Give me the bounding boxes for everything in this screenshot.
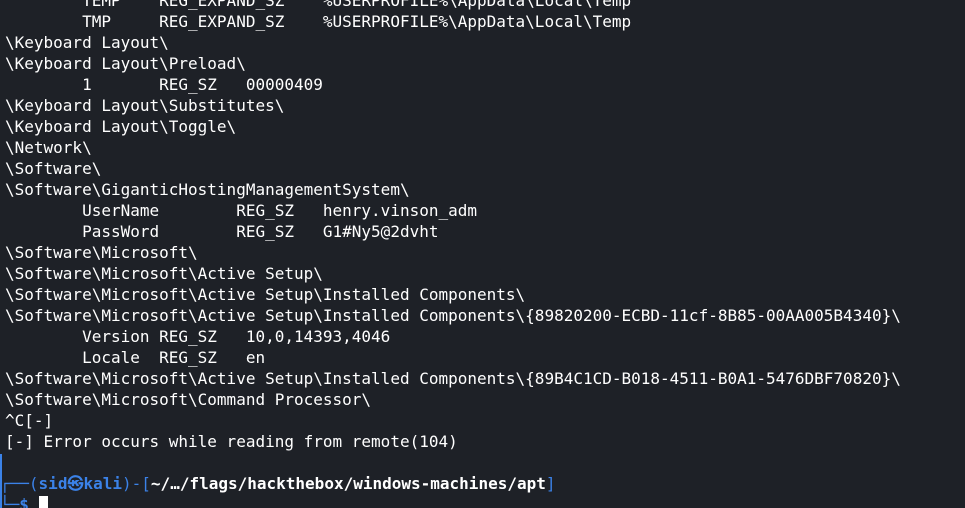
- terminal-window[interactable]: TEMP REG_EXPAND_SZ %USERPROFILE%\AppData…: [0, 0, 965, 508]
- prompt-close-bracket: ]: [545, 474, 556, 493]
- shell-prompt[interactable]: ┌──(sid㉿kali)-[~/…/flags/hackthebox/wind…: [0, 473, 965, 508]
- prompt-header: ┌──(sid㉿kali)-[~/…/flags/hackthebox/wind…: [0, 473, 556, 494]
- prompt-corner-bottom: └─: [0, 495, 20, 508]
- prompt-host: kali: [83, 474, 122, 493]
- output-line: Version REG_SZ 10,0,14393,4046: [5, 327, 391, 346]
- output-line: \Software\Microsoft\Active Setup\Install…: [5, 306, 901, 325]
- skull-icon: ㉿: [67, 474, 84, 493]
- prompt-user: sid: [38, 474, 68, 493]
- output-line: Locale REG_SZ en: [5, 348, 266, 367]
- output-line: TEMP REG_EXPAND_SZ %USERPROFILE%\AppData…: [5, 0, 632, 10]
- output-line: \Network\: [5, 138, 92, 157]
- output-line: \Software\Microsoft\Active Setup\Install…: [5, 369, 901, 388]
- prompt-corner-top: ┌──: [0, 474, 29, 493]
- output-line: \Software\Microsoft\Active Setup\Install…: [5, 285, 526, 304]
- output-line: \Keyboard Layout\Substitutes\: [5, 96, 285, 115]
- terminal-output: TEMP REG_EXPAND_SZ %USERPROFILE%\AppData…: [5, 0, 901, 473]
- output-line: \Keyboard Layout\Preload\: [5, 54, 246, 73]
- output-line: \Keyboard Layout\Toggle\: [5, 117, 237, 136]
- prompt-path: ~/…/flags/hackthebox/windows-machines/ap…: [150, 474, 546, 493]
- prompt-close-paren: ): [122, 474, 132, 493]
- text-cursor[interactable]: [38, 496, 48, 508]
- output-line: \Keyboard Layout\: [5, 33, 169, 52]
- output-line: \Software\Microsoft\: [5, 243, 198, 262]
- prompt-input-line[interactable]: └─$: [0, 494, 48, 508]
- output-line: ^C[-]: [5, 411, 54, 430]
- output-line: \Software\Microsoft\Command Processor\: [5, 390, 372, 409]
- output-line: TMP REG_EXPAND_SZ %USERPROFILE%\AppData\…: [5, 12, 632, 31]
- prompt-symbol: $: [19, 495, 29, 508]
- output-line: \Software\GiganticHostingManagementSyste…: [5, 180, 410, 199]
- output-line: \Software\Microsoft\Active Setup\: [5, 264, 323, 283]
- output-line: 1 REG_SZ 00000409: [5, 75, 323, 94]
- prompt-dash: -: [131, 474, 142, 493]
- output-line: [-] Error occurs while reading from remo…: [5, 432, 458, 451]
- prompt-open-paren: (: [28, 474, 39, 493]
- output-line: UserName REG_SZ henry.vinson_adm: [5, 201, 478, 220]
- prompt-open-bracket: [: [141, 474, 151, 493]
- output-line: \Software\: [5, 159, 102, 178]
- output-line: PassWord REG_SZ G1#Ny5@2dvht: [5, 222, 439, 241]
